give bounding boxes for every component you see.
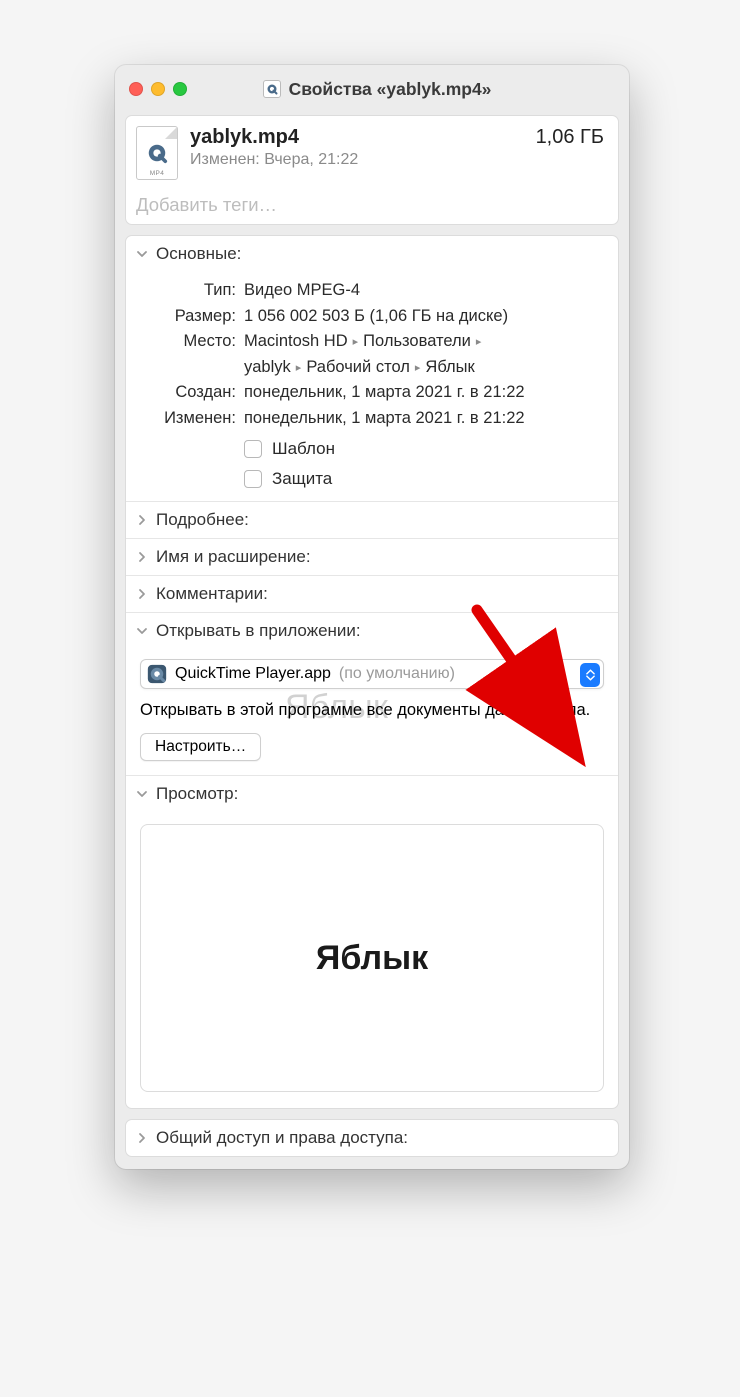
change-all-button[interactable]: Настроить… bbox=[140, 733, 261, 761]
value-kind: Видео MPEG-4 bbox=[244, 278, 604, 304]
sharing-panel: Общий доступ и права доступа: bbox=[125, 1119, 619, 1157]
titlebar: Свойства «yablyk.mp4» bbox=[115, 65, 629, 113]
quicktime-icon bbox=[146, 142, 168, 164]
checkbox-label: Шаблон bbox=[272, 439, 335, 459]
section-title: Основные: bbox=[156, 244, 241, 264]
quicktime-icon bbox=[263, 80, 281, 98]
section-title: Имя и расширение: bbox=[156, 547, 311, 567]
section-header-name-ext[interactable]: Имя и расширение: bbox=[126, 538, 618, 575]
section-header-open-with[interactable]: Открывать в приложении: bbox=[126, 612, 618, 649]
section-header-preview[interactable]: Просмотр: bbox=[126, 775, 618, 812]
open-with-app: QuickTime Player.app bbox=[175, 665, 331, 683]
open-with-description: Открывать в этой программе все документы… bbox=[140, 699, 604, 723]
chevron-right-icon bbox=[136, 551, 148, 563]
label-size: Размер: bbox=[140, 304, 236, 330]
section-title: Подробнее: bbox=[156, 510, 249, 530]
checkbox-stationery[interactable]: Шаблон bbox=[244, 439, 604, 459]
chevron-down-icon bbox=[136, 788, 148, 800]
section-body-general: Тип: Видео MPEG-4 Размер: 1 056 002 503 Б … bbox=[126, 272, 618, 501]
label-created: Создан: bbox=[140, 380, 236, 406]
label-kind: Тип: bbox=[140, 278, 236, 304]
chevron-right-icon bbox=[136, 1132, 148, 1144]
file-name: yablyk.mp4 bbox=[190, 126, 524, 149]
file-extension-badge: MP4 bbox=[150, 170, 165, 177]
section-header-general[interactable]: Основные: bbox=[126, 236, 618, 272]
checkbox-icon bbox=[244, 440, 262, 458]
info-panels: Основные: Тип: Видео MPEG-4 Размер: 1 056 … bbox=[125, 235, 619, 1109]
label-where: Место: bbox=[140, 329, 236, 355]
label-modified: Изменен: bbox=[140, 406, 236, 432]
preview-thumbnail[interactable]: Яблык bbox=[140, 824, 604, 1092]
value-where-cont: yablyk▸Рабочий стол▸Яблык bbox=[244, 355, 604, 381]
checkbox-icon bbox=[244, 470, 262, 488]
chevron-down-icon bbox=[136, 248, 148, 260]
popup-arrows-icon bbox=[580, 663, 600, 687]
quicktime-icon bbox=[147, 664, 167, 684]
value-created: понедельник, 1 марта 2021 г. в 21:22 bbox=[244, 380, 604, 406]
section-title: Просмотр: bbox=[156, 784, 238, 804]
file-size: 1,06 ГБ bbox=[536, 126, 604, 149]
file-summary: MP4 yablyk.mp4 Изменен: Вчера, 21:22 1,0… bbox=[125, 115, 619, 225]
checkbox-label: Защита bbox=[272, 469, 332, 489]
chevron-down-icon bbox=[136, 625, 148, 637]
section-body-open-with: QuickTime Player.app (по умолчанию) Откр… bbox=[126, 649, 618, 775]
window-title: Свойства «yablyk.mp4» bbox=[289, 79, 492, 100]
value-size: 1 056 002 503 Б (1,06 ГБ на диске) bbox=[244, 304, 604, 330]
value-modified: понедельник, 1 марта 2021 г. в 21:22 bbox=[244, 406, 604, 432]
section-header-more[interactable]: Подробнее: bbox=[126, 501, 618, 538]
open-with-select[interactable]: QuickTime Player.app (по умолчанию) bbox=[140, 659, 604, 689]
section-body-preview: Яблык bbox=[126, 812, 618, 1108]
file-icon: MP4 bbox=[136, 126, 178, 180]
value-where: Macintosh HD▸Пользователи▸ bbox=[244, 329, 604, 355]
file-modified-short: Изменен: Вчера, 21:22 bbox=[190, 151, 524, 169]
section-header-sharing[interactable]: Общий доступ и права доступа: bbox=[126, 1120, 618, 1156]
section-title: Общий доступ и права доступа: bbox=[156, 1128, 408, 1148]
preview-text: Яблык bbox=[316, 939, 428, 978]
section-title: Открывать в приложении: bbox=[156, 621, 361, 641]
checkbox-locked[interactable]: Защита bbox=[244, 469, 604, 489]
section-title: Комментарии: bbox=[156, 584, 268, 604]
tags-input[interactable]: Добавить теги… bbox=[136, 194, 604, 216]
get-info-window: Свойства «yablyk.mp4» MP4 yablyk.mp4 Изм… bbox=[115, 65, 629, 1169]
chevron-right-icon bbox=[136, 514, 148, 526]
chevron-right-icon bbox=[136, 588, 148, 600]
section-header-comments[interactable]: Комментарии: bbox=[126, 575, 618, 612]
open-with-default-suffix: (по умолчанию) bbox=[339, 665, 455, 683]
